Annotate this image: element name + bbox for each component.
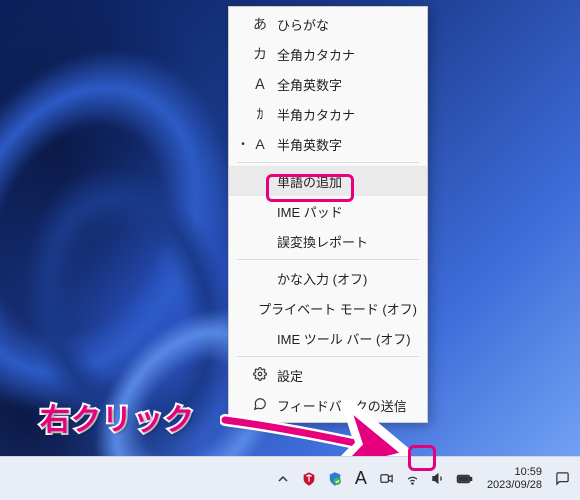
- menu-label: フィードバックの送信: [277, 396, 417, 415]
- edge-security-icon[interactable]: [323, 465, 347, 493]
- ime-context-menu: あ ひらがな カ 全角カタカナ Ａ 全角英数字 ｶ 半角カタカナ • A 半角英…: [228, 6, 428, 423]
- clock-date: 2023/09/28: [487, 479, 542, 492]
- menu-item-hiragana[interactable]: あ ひらがな: [229, 9, 427, 39]
- menu-label: ひらがな: [277, 15, 417, 34]
- menu-item-private-mode[interactable]: プライベート モード (オフ): [229, 293, 427, 323]
- menu-item-ime-toolbar[interactable]: IME ツール バー (オフ): [229, 323, 427, 353]
- gear-icon: [249, 367, 271, 384]
- tray-overflow-chevron-icon[interactable]: [271, 465, 295, 493]
- menu-separator: [237, 162, 419, 163]
- menu-label: かな入力 (オフ): [277, 269, 417, 288]
- ime-indicator[interactable]: A: [349, 465, 373, 493]
- menu-item-halfwidth-alnum[interactable]: • A 半角英数字: [229, 129, 427, 159]
- menu-label: IME パッド: [277, 202, 417, 221]
- menu-label: 全角カタカナ: [277, 45, 417, 64]
- taskbar-clock[interactable]: 10:59 2023/09/28: [479, 466, 548, 492]
- meet-now-icon[interactable]: [375, 465, 399, 493]
- check-mark: •: [237, 139, 249, 150]
- system-tray: A 10:59 2023/09/28: [271, 465, 574, 493]
- mode-glyph: あ: [249, 14, 271, 34]
- taskbar: A 10:59 2023/09/28: [0, 456, 580, 500]
- menu-item-kana-input[interactable]: かな入力 (オフ): [229, 263, 427, 293]
- menu-item-fullwidth-alnum[interactable]: Ａ 全角英数字: [229, 69, 427, 99]
- mcafee-icon[interactable]: [297, 465, 321, 493]
- annotation-right-click-label: 右クリック: [40, 395, 195, 439]
- mode-glyph: A: [249, 136, 271, 152]
- menu-label: 半角カタカナ: [277, 105, 417, 124]
- volume-icon[interactable]: [427, 465, 451, 493]
- menu-label: 単語の追加: [277, 172, 417, 191]
- mode-glyph: ｶ: [249, 104, 271, 124]
- menu-label: 設定: [277, 366, 417, 385]
- menu-item-halfwidth-katakana[interactable]: ｶ 半角カタカナ: [229, 99, 427, 129]
- menu-label: IME ツール バー (オフ): [277, 329, 417, 348]
- mode-glyph: Ａ: [249, 74, 271, 94]
- menu-item-fullwidth-katakana[interactable]: カ 全角カタカナ: [229, 39, 427, 69]
- menu-label: 半角英数字: [277, 135, 417, 154]
- menu-item-ime-pad[interactable]: IME パッド: [229, 196, 427, 226]
- menu-item-add-word[interactable]: 単語の追加: [229, 166, 427, 196]
- menu-separator: [237, 259, 419, 260]
- wifi-icon[interactable]: [401, 465, 425, 493]
- battery-icon[interactable]: [453, 465, 477, 493]
- notification-center-icon[interactable]: [550, 465, 574, 493]
- menu-label: 全角英数字: [277, 75, 417, 94]
- menu-item-misconversion-report[interactable]: 誤変換レポート: [229, 226, 427, 256]
- clock-time: 10:59: [514, 466, 542, 479]
- menu-label: プライベート モード (オフ): [258, 299, 417, 318]
- mode-glyph: カ: [249, 44, 271, 64]
- menu-separator: [237, 356, 419, 357]
- menu-item-settings[interactable]: 設定: [229, 360, 427, 390]
- feedback-icon: [249, 397, 271, 414]
- menu-label: 誤変換レポート: [277, 232, 417, 251]
- menu-item-feedback[interactable]: フィードバックの送信: [229, 390, 427, 420]
